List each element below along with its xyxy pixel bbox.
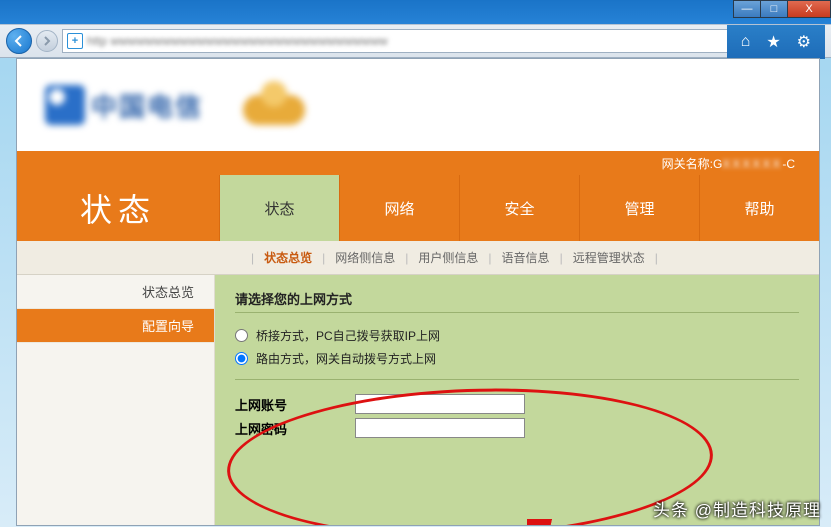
panel-title: 请选择您的上网方式 bbox=[235, 289, 799, 308]
radio-bridge-mode[interactable]: 桥接方式，PC自己拨号获取IP上网 bbox=[235, 327, 799, 344]
password-label: 上网密码 bbox=[235, 419, 355, 438]
page-header: 中国电信 bbox=[17, 59, 819, 151]
main-tabs: 状态 网络 安全 管理 帮助 bbox=[219, 175, 819, 241]
toolbar-right: ⌂ ★ ⚙ bbox=[727, 25, 825, 59]
settings-gear-icon[interactable]: ⚙ bbox=[797, 32, 811, 52]
address-bar[interactable]: + http wwwwwwwwwwwwwwwwwwwwwwwwwwwwwwww … bbox=[62, 29, 825, 53]
radio-router-input[interactable] bbox=[235, 352, 248, 365]
window-close-button[interactable]: X bbox=[787, 0, 831, 18]
sub-nav: | 状态总览 | 网络侧信息 | 用户侧信息 | 语音信息 | 远程管理状态 | bbox=[17, 241, 819, 275]
favorites-icon[interactable]: ★ bbox=[766, 32, 780, 52]
nav-back-button[interactable] bbox=[6, 28, 32, 54]
sidebar-item-wizard[interactable]: 配置向导 bbox=[17, 309, 214, 343]
tab-security[interactable]: 安全 bbox=[459, 175, 579, 241]
tab-help[interactable]: 帮助 bbox=[699, 175, 819, 241]
sidebar-item-overview[interactable]: 状态总览 bbox=[17, 275, 214, 309]
subtab-overview[interactable]: 状态总览 bbox=[264, 249, 312, 266]
brand-logo-secondary bbox=[243, 79, 307, 131]
subtab-voice-info[interactable]: 语音信息 bbox=[502, 249, 550, 266]
account-input[interactable] bbox=[355, 394, 525, 414]
gateway-name-bar: 网关名称:GXXXXXX-C bbox=[17, 151, 819, 175]
gateway-label: 网关名称:G bbox=[662, 157, 723, 171]
gateway-value-blurred: XXXXXX bbox=[722, 157, 782, 171]
tab-management[interactable]: 管理 bbox=[579, 175, 699, 241]
window-maximize-button[interactable]: □ bbox=[760, 0, 788, 18]
content-area: 状态总览 配置向导 请选择您的上网方式 桥接方式，PC自己拨号获取IP上网 路由… bbox=[17, 275, 819, 525]
gateway-suffix: -C bbox=[782, 157, 795, 171]
window-titlebar: — □ X bbox=[0, 0, 831, 24]
radio-router-label: 路由方式，网关自动拨号方式上网 bbox=[256, 350, 436, 367]
home-icon[interactable]: ⌂ bbox=[741, 33, 751, 51]
tab-status[interactable]: 状态 bbox=[219, 175, 339, 241]
nav-forward-button[interactable] bbox=[36, 30, 58, 52]
sidebar: 状态总览 配置向导 bbox=[17, 275, 215, 525]
config-panel: 请选择您的上网方式 桥接方式，PC自己拨号获取IP上网 路由方式，网关自动拨号方… bbox=[215, 275, 819, 525]
account-label: 上网账号 bbox=[235, 395, 355, 414]
radio-router-mode[interactable]: 路由方式，网关自动拨号方式上网 bbox=[235, 350, 799, 367]
password-input[interactable] bbox=[355, 418, 525, 438]
security-shield-icon: + bbox=[67, 33, 83, 49]
subtab-wan-info[interactable]: 网络侧信息 bbox=[335, 249, 395, 266]
main-nav: 状态 状态 网络 安全 管理 帮助 bbox=[17, 175, 819, 241]
tab-network[interactable]: 网络 bbox=[339, 175, 459, 241]
radio-bridge-label: 桥接方式，PC自己拨号获取IP上网 bbox=[256, 327, 440, 344]
divider bbox=[235, 312, 799, 313]
browser-toolbar: + http wwwwwwwwwwwwwwwwwwwwwwwwwwwwwwww … bbox=[0, 24, 831, 58]
section-title: 状态 bbox=[17, 175, 219, 241]
window-minimize-button[interactable]: — bbox=[733, 0, 761, 18]
credentials-form: 上网账号 上网密码 bbox=[235, 379, 799, 438]
subtab-remote-status[interactable]: 远程管理状态 bbox=[573, 249, 645, 266]
radio-bridge-input[interactable] bbox=[235, 329, 248, 342]
watermark: 头条 @制造科技原理 bbox=[653, 496, 821, 521]
subtab-lan-info[interactable]: 用户侧信息 bbox=[418, 249, 478, 266]
page-frame: 中国电信 网关名称:GXXXXXX-C 状态 状态 网络 安全 管理 帮助 | … bbox=[16, 58, 820, 526]
url-blurred: http wwwwwwwwwwwwwwwwwwwwwwwwwwwwwwww bbox=[87, 34, 756, 48]
brand-logo-primary: 中国电信 bbox=[45, 85, 203, 125]
